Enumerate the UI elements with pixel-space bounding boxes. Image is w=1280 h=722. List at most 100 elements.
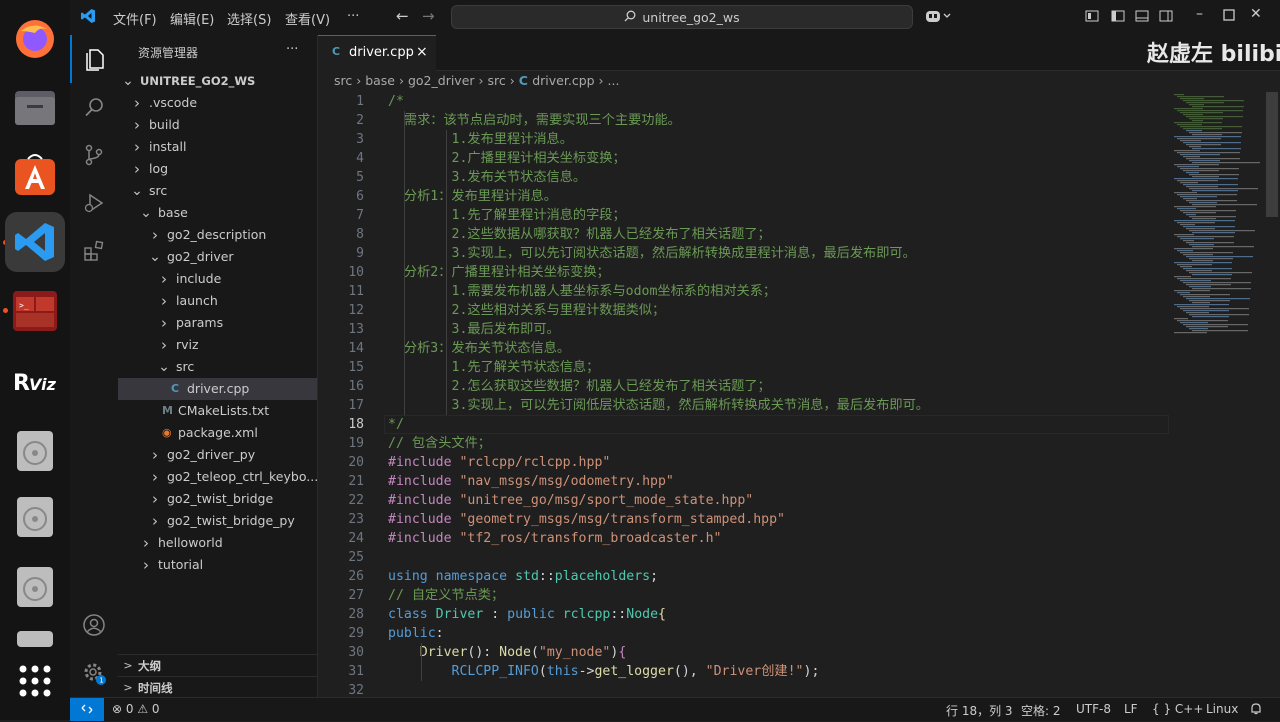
code-line: 1.先了解里程计消息的字段；	[388, 208, 626, 223]
line-number: 9	[356, 246, 364, 261]
minimap-line	[1180, 238, 1214, 240]
chevron-right-icon: ›	[152, 446, 158, 464]
tree-item[interactable]: › params	[118, 312, 317, 334]
customize-layout-icon[interactable]	[1084, 8, 1100, 24]
line-number: 30	[348, 645, 364, 660]
forward-arrow-icon[interactable]: →	[422, 7, 438, 25]
toggle-panel-icon[interactable]	[1134, 8, 1150, 24]
breadcrumb-item[interactable]: ...	[608, 73, 620, 88]
tree-item[interactable]: › log	[118, 158, 317, 180]
tree-item[interactable]: › go2_driver_py	[118, 444, 317, 466]
minimap-line	[1180, 98, 1204, 100]
language-mode[interactable]: { } C++	[1152, 702, 1203, 716]
tree-item[interactable]: M CMakeLists.txt	[118, 400, 317, 422]
tree-item[interactable]: › go2_twist_bridge	[118, 488, 317, 510]
menu-more[interactable]: ···	[347, 9, 359, 24]
indentation[interactable]: 空格: 2	[1021, 702, 1061, 719]
command-center-search[interactable]: unitree_go2_ws	[451, 5, 913, 29]
tree-item[interactable]: › tutorial	[118, 554, 317, 576]
extensions-icon[interactable]	[70, 227, 118, 275]
minimap-line	[1189, 132, 1242, 134]
cursor-position[interactable]: 行 18，列 3	[946, 702, 1013, 719]
files-icon[interactable]	[10, 82, 60, 132]
outline-section[interactable]: > 大纲	[118, 654, 317, 677]
run-debug-icon[interactable]	[70, 179, 118, 227]
chevron-down-icon: ⌄	[122, 73, 134, 89]
tree-item[interactable]: › rviz	[118, 334, 317, 356]
breadcrumb-item[interactable]: src	[487, 73, 505, 88]
remote-icon[interactable]	[70, 698, 104, 721]
vscode-icon[interactable]	[5, 212, 65, 272]
show-apps-icon[interactable]	[10, 656, 60, 706]
copilot-icon[interactable]	[925, 8, 951, 24]
minimap-line	[1180, 140, 1201, 142]
account-icon[interactable]	[70, 601, 118, 649]
tree-item[interactable]: ⌄ src	[118, 180, 317, 202]
tree-item[interactable]: ⌄ src	[118, 356, 317, 378]
notifications-icon[interactable]	[1250, 702, 1262, 718]
disk-icon-2[interactable]	[10, 492, 60, 542]
app-center-icon[interactable]	[10, 150, 60, 200]
problems-status[interactable]: ⊗ 0 ⚠ 0	[112, 702, 160, 716]
toggle-sidebar-icon[interactable]	[1110, 8, 1126, 24]
tree-item[interactable]: › install	[118, 136, 317, 158]
rviz-icon[interactable]: R Viz	[10, 356, 60, 406]
code-line: // 包含头文件；	[388, 436, 491, 451]
back-arrow-icon[interactable]: ←	[396, 7, 412, 25]
tab-driver-cpp[interactable]: C driver.cpp ×	[318, 35, 436, 71]
tree-item[interactable]: ⌄ go2_driver	[118, 246, 317, 268]
encoding[interactable]: UTF-8	[1076, 702, 1111, 716]
tree-item[interactable]: ⌄ UNITREE_GO2_WS	[118, 70, 317, 92]
end-of-line[interactable]: LF	[1124, 702, 1138, 716]
line-number: 13	[348, 322, 364, 337]
toggle-secondary-sidebar-icon[interactable]	[1158, 8, 1174, 24]
disk-icon-4[interactable]	[10, 620, 60, 650]
menu-file[interactable]: 文件(F)	[113, 9, 157, 28]
firefox-icon[interactable]	[10, 14, 60, 64]
breadcrumb-item[interactable]: base	[365, 73, 395, 88]
tree-item[interactable]: Cdriver.cpp	[118, 378, 317, 400]
source-control-icon[interactable]	[70, 131, 118, 179]
disk-icon-1[interactable]	[10, 426, 60, 476]
menu-selection[interactable]: 选择(S)	[227, 9, 271, 28]
explorer-more-button[interactable]: ···	[286, 42, 298, 57]
breadcrumb-item[interactable]: driver.cpp	[532, 73, 594, 88]
disk-icon-3[interactable]	[10, 562, 60, 612]
search-view-icon[interactable]	[70, 83, 118, 131]
minimize-icon[interactable]: –	[1196, 6, 1212, 22]
code-line: 1.发布里程计消息。	[388, 132, 573, 147]
tab-close-icon[interactable]: ×	[416, 44, 428, 60]
menu-edit[interactable]: 编辑(E)	[170, 9, 214, 28]
line-number: 21	[348, 474, 364, 489]
explorer-icon[interactable]	[70, 35, 120, 83]
tree-item[interactable]: › build	[118, 114, 317, 136]
timeline-section[interactable]: > 时间线	[118, 676, 317, 699]
tree-item-label: base	[158, 205, 188, 220]
tree-item[interactable]: › launch	[118, 290, 317, 312]
restore-icon[interactable]	[1222, 8, 1238, 24]
minimap-line	[1192, 218, 1216, 220]
tree-item[interactable]: › go2_twist_bridge_py	[118, 510, 317, 532]
tree-item[interactable]: ⌄ base	[118, 202, 317, 224]
indent-guide	[421, 643, 422, 681]
close-window-icon[interactable]: ✕	[1250, 6, 1266, 22]
line-number: 24	[348, 531, 364, 546]
tree-item[interactable]: › .vscode	[118, 92, 317, 114]
svg-text:R: R	[13, 371, 30, 396]
vertical-scrollbar[interactable]	[1266, 92, 1278, 217]
tree-item[interactable]: ◉ package.xml	[118, 422, 317, 444]
minimap-line	[1189, 258, 1233, 260]
breadcrumb-item[interactable]: go2_driver	[408, 73, 475, 88]
breadcrumb-item[interactable]: src	[334, 73, 352, 88]
tree-item[interactable]: › helloworld	[118, 532, 317, 554]
tree-item[interactable]: › include	[118, 268, 317, 290]
platform-status[interactable]: Linux	[1206, 702, 1238, 716]
terminal-icon[interactable]: >_	[10, 286, 60, 336]
tree-item[interactable]: › go2_description	[118, 224, 317, 246]
menu-view[interactable]: 查看(V)	[285, 9, 330, 28]
minimap[interactable]	[1170, 92, 1266, 352]
settings-gear-icon[interactable]: 1	[70, 649, 118, 697]
line-number: 16	[348, 379, 364, 394]
breadcrumb[interactable]: src › base › go2_driver › src › C driver…	[334, 73, 619, 88]
tree-item[interactable]: › go2_teleop_ctrl_keybo...	[118, 466, 317, 488]
